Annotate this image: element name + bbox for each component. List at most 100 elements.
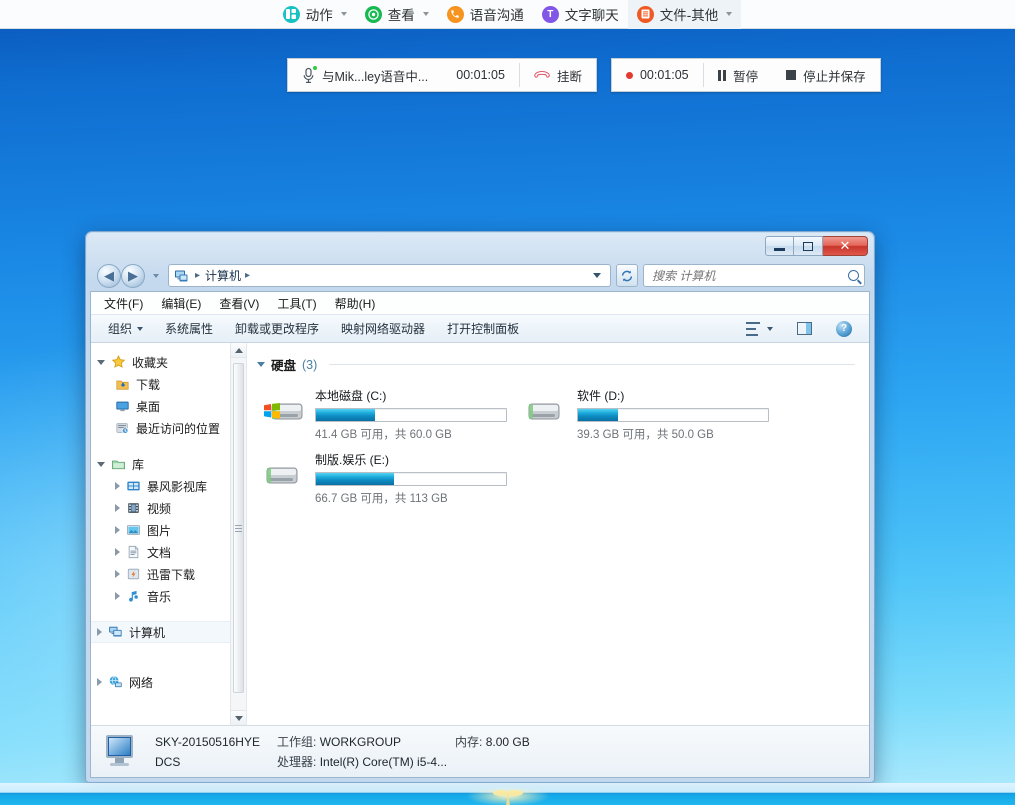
- chevron-collapsed-icon[interactable]: [115, 526, 120, 534]
- window-titlebar[interactable]: ✕: [87, 233, 873, 260]
- chevron-collapsed-icon[interactable]: [115, 504, 120, 512]
- nav-item-pictures[interactable]: 图片: [91, 519, 246, 541]
- nav-section-libraries[interactable]: 库: [91, 453, 246, 475]
- text-chat-icon: T: [541, 5, 559, 23]
- nav-item-desktop[interactable]: 桌面: [91, 395, 246, 417]
- scrollbar-grip-icon: [235, 524, 242, 532]
- explorer-window: ✕ ◀ ▶ ▸ 计算机 ▸ 搜索 计算机 文件(F) 编辑(E) 查看(V) 工…: [85, 231, 875, 783]
- toolbar-item-voice[interactable]: 语音沟通: [438, 0, 533, 29]
- nav-item-videos[interactable]: 视频: [91, 497, 246, 519]
- system-properties-button[interactable]: 系统属性: [154, 318, 224, 340]
- breadcrumb-separator[interactable]: ▸: [245, 270, 250, 281]
- uninstall-change-program-button[interactable]: 卸载或更改程序: [224, 318, 330, 340]
- search-box[interactable]: [643, 264, 865, 287]
- breadcrumb-separator: ▸: [195, 270, 201, 281]
- nav-item-recent-places[interactable]: 最近访问的位置: [91, 417, 246, 439]
- videos-icon: [126, 501, 142, 516]
- nav-label: 图片: [147, 523, 172, 538]
- nav-section-computer[interactable]: 计算机: [91, 621, 246, 643]
- toolbar-item-file-other[interactable]: 文件-其他: [627, 0, 742, 29]
- chevron-expanded-icon[interactable]: [97, 359, 105, 365]
- pause-icon: [717, 69, 727, 81]
- hangup-button[interactable]: 挂断: [520, 59, 596, 91]
- target-icon: [364, 5, 382, 23]
- chevron-collapsed-icon[interactable]: [97, 678, 102, 686]
- toolbar-item-text-chat[interactable]: T 文字聊天: [533, 0, 628, 29]
- preview-pane-button[interactable]: [786, 318, 823, 340]
- drive-grid: 本地磁盘 (C:) 41.4 GB 可用，共 60.0 GB 软件 (D:) 3…: [247, 382, 869, 514]
- menu-view[interactable]: 查看(V): [210, 295, 268, 312]
- chevron-collapsed-icon[interactable]: [115, 548, 120, 556]
- minimize-button[interactable]: [765, 236, 794, 256]
- drive-name: 软件 (D:): [577, 389, 625, 403]
- memory-field: 内存: 8.00 GB: [455, 733, 530, 750]
- details-text: SKY-20150516HYE 工作组: WORKGROUP 内存: 8.00 …: [155, 733, 530, 770]
- organize-button[interactable]: 组织: [97, 318, 154, 340]
- chevron-collapsed-icon[interactable]: [97, 628, 102, 636]
- chevron-collapsed-icon[interactable]: [115, 570, 120, 578]
- nav-label: 收藏夹: [132, 355, 169, 370]
- nav-item-thunder-download[interactable]: 迅雷下载: [91, 563, 246, 585]
- maximize-button[interactable]: [794, 236, 823, 256]
- scroll-up-button[interactable]: [231, 343, 246, 358]
- close-button[interactable]: ✕: [823, 236, 868, 256]
- workgroup-field: 工作组: WORKGROUP: [277, 733, 455, 750]
- navpane-scrollbar[interactable]: [230, 343, 246, 725]
- open-control-panel-button[interactable]: 打开控制面板: [436, 318, 530, 340]
- view-list-icon: [746, 321, 762, 336]
- back-button[interactable]: ◀: [97, 263, 121, 288]
- nav-item-documents[interactable]: 文档: [91, 541, 246, 563]
- domain-name: DCS: [155, 755, 181, 769]
- menu-tools[interactable]: 工具(T): [268, 295, 325, 312]
- scrollbar-thumb[interactable]: [233, 363, 244, 693]
- drive-item-e[interactable]: 制版.娱乐 (E:) 66.7 GB 可用，共 113 GB: [263, 450, 525, 510]
- menu-edit[interactable]: 编辑(E): [152, 295, 210, 312]
- nav-item-baofeng-library[interactable]: 暴风影视库: [91, 475, 246, 497]
- address-dropdown-icon[interactable]: [593, 273, 601, 278]
- grid-icon: [282, 5, 300, 23]
- drive-icon: [263, 460, 305, 510]
- change-view-button[interactable]: [735, 318, 784, 340]
- toolbar-item-view[interactable]: 查看: [356, 0, 438, 29]
- microphone-icon: [302, 65, 317, 84]
- chevron-up-icon: [234, 347, 243, 353]
- menu-help[interactable]: 帮助(H): [326, 295, 385, 312]
- menu-file[interactable]: 文件(F): [95, 295, 152, 312]
- address-bar[interactable]: ▸ 计算机 ▸: [168, 264, 611, 287]
- stop-label: 停止并保存: [803, 69, 866, 84]
- pause-recording-button[interactable]: 暂停: [704, 59, 773, 91]
- nav-label: 视频: [147, 501, 172, 516]
- nav-label: 计算机: [129, 625, 166, 640]
- recent-pages-chevron-icon[interactable]: [153, 273, 159, 278]
- help-button[interactable]: ?: [825, 318, 863, 340]
- drive-item-d[interactable]: 软件 (D:) 39.3 GB 可用，共 50.0 GB: [525, 386, 787, 446]
- hangup-icon: [534, 70, 550, 78]
- recording-timer-segment: 00:01:05: [612, 59, 703, 91]
- map-network-drive-button[interactable]: 映射网络驱动器: [330, 318, 436, 340]
- search-input[interactable]: [652, 268, 848, 283]
- group-header-hard-disks[interactable]: 硬盘 (3): [247, 355, 869, 374]
- details-pane: SKY-20150516HYE 工作组: WORKGROUP 内存: 8.00 …: [91, 725, 869, 777]
- nav-item-downloads[interactable]: 下载: [91, 373, 246, 395]
- drive-usage-fill: [316, 473, 394, 485]
- close-icon: ✕: [839, 238, 851, 253]
- chevron-collapsed-icon[interactable]: [115, 592, 120, 600]
- toolbar-item-action[interactable]: 动作: [274, 0, 356, 29]
- nav-item-music[interactable]: 音乐: [91, 585, 246, 607]
- file-list-pane[interactable]: 硬盘 (3) 本地磁盘 (C:) 41.4 GB 可用，共 60.0 GB 软件…: [247, 343, 869, 725]
- toolbar-item-label: 文件-其他: [659, 8, 719, 23]
- nav-label: 最近访问的位置: [136, 421, 221, 436]
- nav-section-network[interactable]: 网络: [91, 671, 246, 693]
- processor-value: Intel(R) Core(TM) i5-4...: [319, 755, 448, 769]
- forward-button[interactable]: ▶: [121, 263, 145, 288]
- breadcrumb-computer[interactable]: 计算机: [205, 267, 241, 284]
- chevron-expanded-icon[interactable]: [257, 362, 265, 367]
- drive-item-c[interactable]: 本地磁盘 (C:) 41.4 GB 可用，共 60.0 GB: [263, 386, 525, 446]
- drive-usage-bar: [577, 408, 769, 422]
- chevron-collapsed-icon[interactable]: [115, 482, 120, 490]
- nav-section-favorites[interactable]: 收藏夹: [91, 351, 246, 373]
- chevron-expanded-icon[interactable]: [97, 461, 105, 467]
- refresh-button[interactable]: [616, 264, 638, 287]
- stop-save-recording-button[interactable]: 停止并保存: [772, 59, 880, 91]
- scroll-down-button[interactable]: [231, 710, 246, 725]
